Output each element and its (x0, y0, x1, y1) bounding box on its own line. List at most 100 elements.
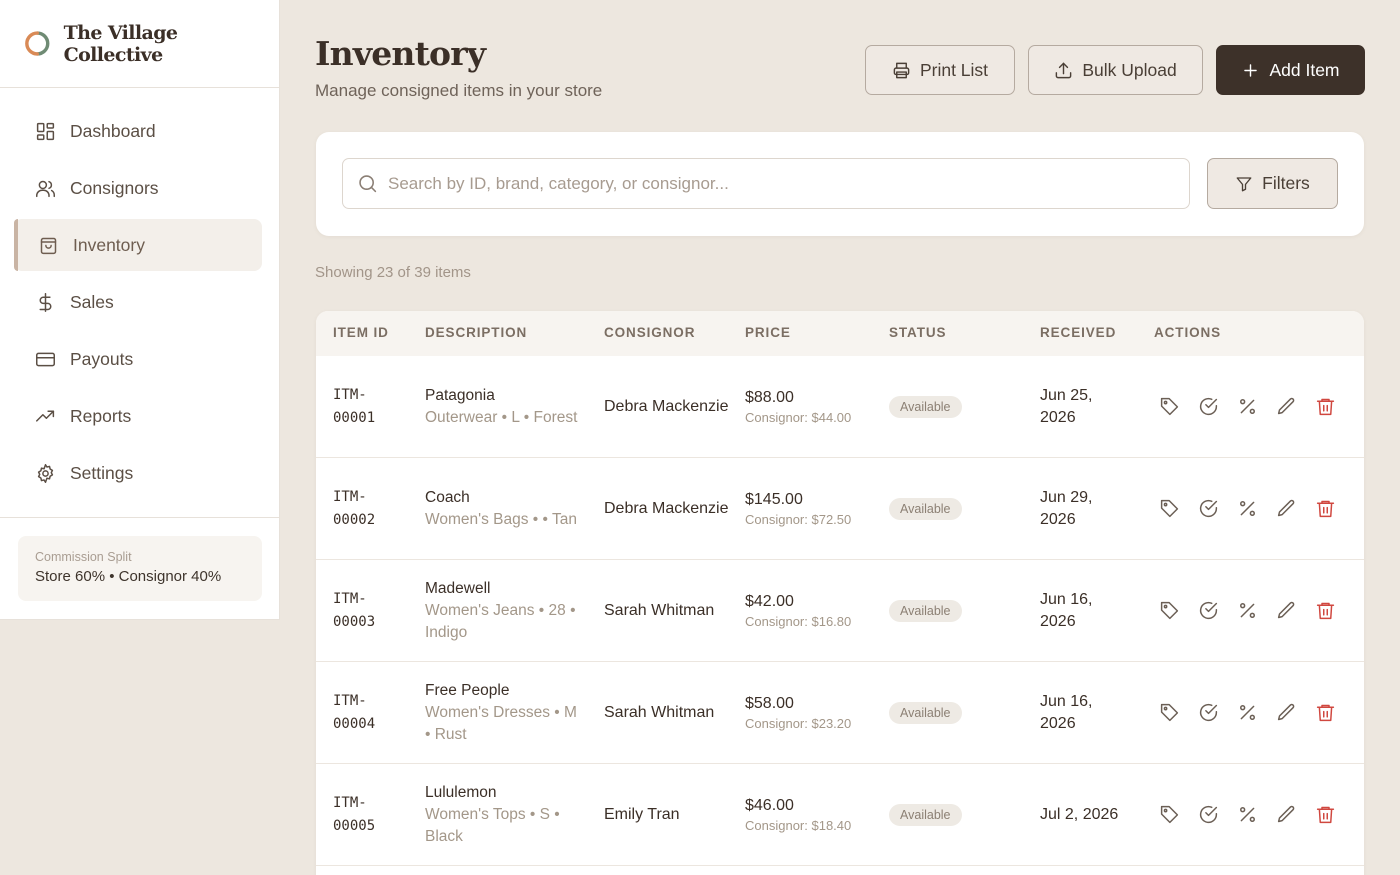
item-id: ITM- 00004 (333, 693, 376, 732)
filter-icon (1236, 176, 1252, 191)
sidebar-item-dashboard[interactable]: Dashboard (14, 105, 262, 157)
sidebar-item-sales[interactable]: Sales (14, 276, 262, 328)
delete-button[interactable] (1315, 804, 1336, 825)
item-id: ITM- 00005 (333, 795, 376, 834)
item-consignor[interactable]: Debra Mackenzie (604, 498, 729, 520)
item-price: $42.00 Consignor: $16.80 (745, 591, 885, 631)
mark-sold-button[interactable] (1198, 804, 1219, 825)
column-header-item-id[interactable]: ITEM ID (333, 325, 389, 340)
item-consignor[interactable]: Sarah Whitman (604, 600, 729, 622)
pencil-icon (1277, 805, 1295, 823)
column-header-price[interactable]: PRICE (745, 325, 791, 340)
percent-icon (1240, 501, 1255, 516)
sidebar-item-inventory[interactable]: Inventory (14, 219, 262, 271)
print-list-label: Print List (919, 59, 989, 80)
item-status: Available (889, 600, 962, 622)
item-meta: Women's Tops • S • Black (425, 806, 560, 845)
search-box[interactable] (342, 158, 1190, 209)
users-icon (36, 180, 55, 197)
tag-button[interactable] (1159, 396, 1180, 417)
column-header-actions: ACTIONS (1154, 325, 1222, 340)
mark-sold-button[interactable] (1198, 396, 1219, 417)
filters-label: Filters (1262, 173, 1310, 193)
status-badge: Available (889, 600, 962, 622)
sidebar-item-label: Payouts (70, 348, 134, 369)
mark-sold-button[interactable] (1198, 600, 1219, 621)
brand[interactable]: The Village Collective (0, 0, 279, 88)
item-consignor[interactable]: Emily Tran (604, 804, 729, 826)
item-price: $145.00 Consignor: $72.50 (745, 489, 885, 529)
percent-icon (1240, 603, 1255, 618)
item-status: Available (889, 498, 962, 520)
discount-button[interactable] (1237, 396, 1258, 417)
edit-button[interactable] (1276, 804, 1297, 825)
sidebar-item-label: Dashboard (70, 120, 156, 141)
item-consignor[interactable]: Debra Mackenzie (604, 396, 729, 418)
column-header-received[interactable]: RECEIVED (1040, 325, 1116, 340)
item-consignor[interactable]: Sarah Whitman (604, 702, 729, 724)
mark-sold-button[interactable] (1198, 702, 1219, 723)
table-row[interactable]: ITM- 00005 Lululemon Women's Tops • S • B… (316, 764, 1364, 866)
tag-button[interactable] (1159, 804, 1180, 825)
tag-icon (1160, 805, 1179, 824)
pencil-icon (1277, 397, 1295, 415)
table-row[interactable]: ITM- 00002 Coach Women's Bags • • Tan Deb… (316, 458, 1364, 560)
table-row[interactable]: ITM- 00004 Free People Women's Dresses • … (316, 662, 1364, 764)
table-row[interactable]: ITM- 00001 Patagonia Outerwear • L • Fore… (316, 356, 1364, 458)
column-header-consignor[interactable]: CONSIGNOR (604, 325, 695, 340)
sidebar-item-reports[interactable]: Reports (14, 390, 262, 442)
column-header-description[interactable]: DESCRIPTION (425, 325, 527, 340)
page-title: Inventory (315, 34, 486, 73)
item-description: Lululemon Women's Tops • S • Black (425, 782, 585, 848)
column-header-status[interactable]: STATUS (889, 325, 946, 340)
inventory-table: ITEM ID DESCRIPTION CONSIGNOR PRICE STAT… (316, 311, 1364, 875)
bulk-upload-button[interactable]: Bulk Upload (1028, 45, 1203, 95)
table-body: ITM- 00001 Patagonia Outerwear • L • Fore… (316, 356, 1364, 866)
item-brand: Lululemon (425, 784, 497, 801)
item-received: Jun 25, 2026 (1040, 387, 1093, 426)
item-brand: Patagonia (425, 387, 495, 404)
edit-button[interactable] (1276, 702, 1297, 723)
plus-icon (1244, 63, 1258, 77)
status-badge: Available (889, 702, 962, 724)
delete-button[interactable] (1315, 396, 1336, 417)
add-item-button[interactable]: Add Item (1216, 45, 1365, 95)
shopping-bag-icon (40, 237, 57, 254)
edit-button[interactable] (1276, 498, 1297, 519)
mark-sold-button[interactable] (1198, 498, 1219, 519)
row-actions (1159, 498, 1336, 519)
item-price: $46.00 Consignor: $18.40 (745, 795, 885, 835)
pencil-icon (1277, 703, 1295, 721)
discount-button[interactable] (1237, 804, 1258, 825)
percent-icon (1240, 807, 1255, 822)
discount-button[interactable] (1237, 600, 1258, 621)
edit-button[interactable] (1276, 600, 1297, 621)
item-received: Jun 16, 2026 (1040, 591, 1093, 630)
table-row[interactable]: ITM- 00003 Madewell Women's Jeans • 28 • … (316, 560, 1364, 662)
sidebar-divider (0, 517, 279, 518)
discount-button[interactable] (1237, 498, 1258, 519)
edit-button[interactable] (1276, 396, 1297, 417)
tag-button[interactable] (1159, 702, 1180, 723)
item-meta: Outerwear • L • Forest (425, 409, 578, 426)
delete-button[interactable] (1315, 600, 1336, 621)
sidebar-item-consignors[interactable]: Consignors (14, 162, 262, 214)
print-list-button[interactable]: Print List (865, 45, 1015, 95)
sidebar-item-settings[interactable]: Settings (14, 447, 262, 499)
delete-button[interactable] (1315, 498, 1336, 519)
item-consignor-price: Consignor: $16.80 (745, 614, 852, 629)
filters-button[interactable]: Filters (1207, 158, 1338, 209)
sidebar-item-payouts[interactable]: Payouts (14, 333, 262, 385)
credit-card-icon (36, 352, 55, 366)
item-id: ITM- 00001 (333, 387, 376, 426)
tag-button[interactable] (1159, 498, 1180, 519)
pencil-icon (1277, 499, 1295, 517)
item-status: Available (889, 702, 962, 724)
search-input[interactable] (388, 173, 1168, 194)
discount-button[interactable] (1237, 702, 1258, 723)
percent-icon (1240, 399, 1255, 414)
delete-button[interactable] (1315, 702, 1336, 723)
commission-value: Store 60% • Consignor 40% (35, 568, 222, 585)
check-circle-icon (1199, 397, 1218, 416)
tag-button[interactable] (1159, 600, 1180, 621)
